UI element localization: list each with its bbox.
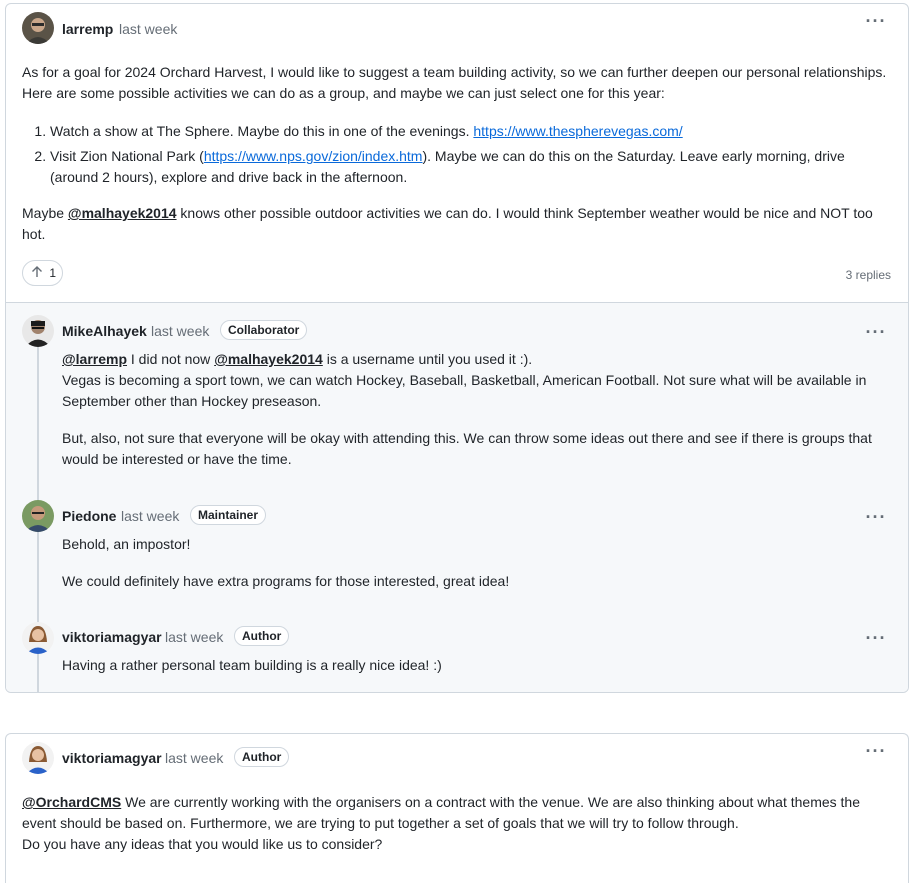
reply-paragraph: Having a rather personal team building i… bbox=[62, 657, 442, 673]
kebab-horizontal-icon[interactable]: ··· bbox=[865, 629, 887, 649]
discussion-comment: viktoriamagyar last week Author ··· @Orc… bbox=[5, 733, 909, 883]
reply-paragraph: We could definitely have extra programs … bbox=[62, 573, 510, 589]
maintainer-badge: Maintainer bbox=[190, 505, 267, 525]
reply-timestamp[interactable]: last week bbox=[165, 627, 223, 648]
replies-count[interactable]: 3 replies bbox=[846, 265, 891, 286]
reply-author[interactable]: Piedone bbox=[62, 506, 116, 527]
comment-timestamp[interactable]: last week bbox=[119, 19, 177, 40]
text-span: Do you have any ideas that you would lik… bbox=[22, 836, 383, 852]
user-mention[interactable]: @malhayek2014 bbox=[68, 205, 177, 221]
list-item: Visit Zion National Park (https://www.np… bbox=[50, 146, 890, 188]
kebab-horizontal-icon[interactable]: ··· bbox=[865, 323, 887, 343]
list-item-text: Watch a show at The Sphere. Maybe do thi… bbox=[50, 123, 470, 139]
collaborator-badge: Collaborator bbox=[220, 320, 308, 340]
author-badge: Author bbox=[234, 626, 290, 646]
avatar-mikealhayek[interactable] bbox=[22, 315, 54, 347]
comment-author[interactable]: larremp bbox=[62, 19, 113, 40]
comment-paragraph: As for a goal for 2024 Orchard Harvest, … bbox=[22, 64, 887, 101]
text-span: Vegas is becoming a sport town, we can w… bbox=[62, 372, 867, 409]
text-span: is a username until you used it :). bbox=[322, 351, 533, 367]
reply-paragraph: @larremp I did not now @malhayek2014 is … bbox=[62, 349, 892, 412]
kebab-horizontal-icon[interactable]: ··· bbox=[865, 742, 887, 762]
text-span: I did not now bbox=[127, 351, 215, 367]
reply-timestamp[interactable]: last week bbox=[151, 321, 209, 342]
replies-thread: MikeAlhayek last week Collaborator ··· @… bbox=[6, 302, 908, 692]
sphere-link[interactable]: https://www.thespherevegas.com/ bbox=[473, 123, 682, 139]
reply-author[interactable]: MikeAlhayek bbox=[62, 321, 147, 342]
comment-paragraph: @OrchardCMS We are currently working wit… bbox=[22, 792, 892, 855]
kebab-horizontal-icon[interactable]: ··· bbox=[865, 12, 887, 32]
text-span: Maybe bbox=[22, 205, 68, 221]
comment-timestamp[interactable]: last week bbox=[165, 748, 223, 769]
upvote-button[interactable]: 1 bbox=[22, 260, 63, 286]
zion-link[interactable]: https://www.nps.gov/zion/index.htm bbox=[204, 148, 423, 164]
list-item-text: Visit Zion National Park ( bbox=[50, 148, 204, 164]
reply-paragraph: Behold, an impostor! bbox=[62, 536, 191, 552]
discussion-comment: larremp last week ··· As for a goal for … bbox=[5, 3, 909, 693]
activity-list: Watch a show at The Sphere. Maybe do thi… bbox=[30, 121, 890, 192]
avatar-larremp[interactable] bbox=[22, 12, 54, 44]
user-mention[interactable]: @malhayek2014 bbox=[214, 351, 323, 367]
reply-paragraph: But, also, not sure that everyone will b… bbox=[62, 430, 872, 467]
list-item: Watch a show at The Sphere. Maybe do thi… bbox=[50, 121, 890, 142]
avatar-viktoriamagyar[interactable] bbox=[22, 622, 54, 654]
upvote-count: 1 bbox=[49, 266, 57, 280]
arrow-up-icon bbox=[31, 262, 43, 286]
reply-author[interactable]: viktoriamagyar bbox=[62, 627, 162, 648]
user-mention[interactable]: @larremp bbox=[62, 351, 127, 367]
author-badge: Author bbox=[234, 747, 290, 767]
kebab-horizontal-icon[interactable]: ··· bbox=[865, 508, 887, 528]
reply-timestamp[interactable]: last week bbox=[121, 506, 179, 527]
comment-author[interactable]: viktoriamagyar bbox=[62, 748, 162, 769]
avatar-piedone[interactable] bbox=[22, 500, 54, 532]
text-span: We are currently working with the organi… bbox=[22, 794, 860, 831]
user-mention[interactable]: @OrchardCMS bbox=[22, 794, 121, 810]
avatar-viktoriamagyar[interactable] bbox=[22, 742, 54, 774]
comment-paragraph: Maybe @malhayek2014 knows other possible… bbox=[22, 203, 892, 245]
